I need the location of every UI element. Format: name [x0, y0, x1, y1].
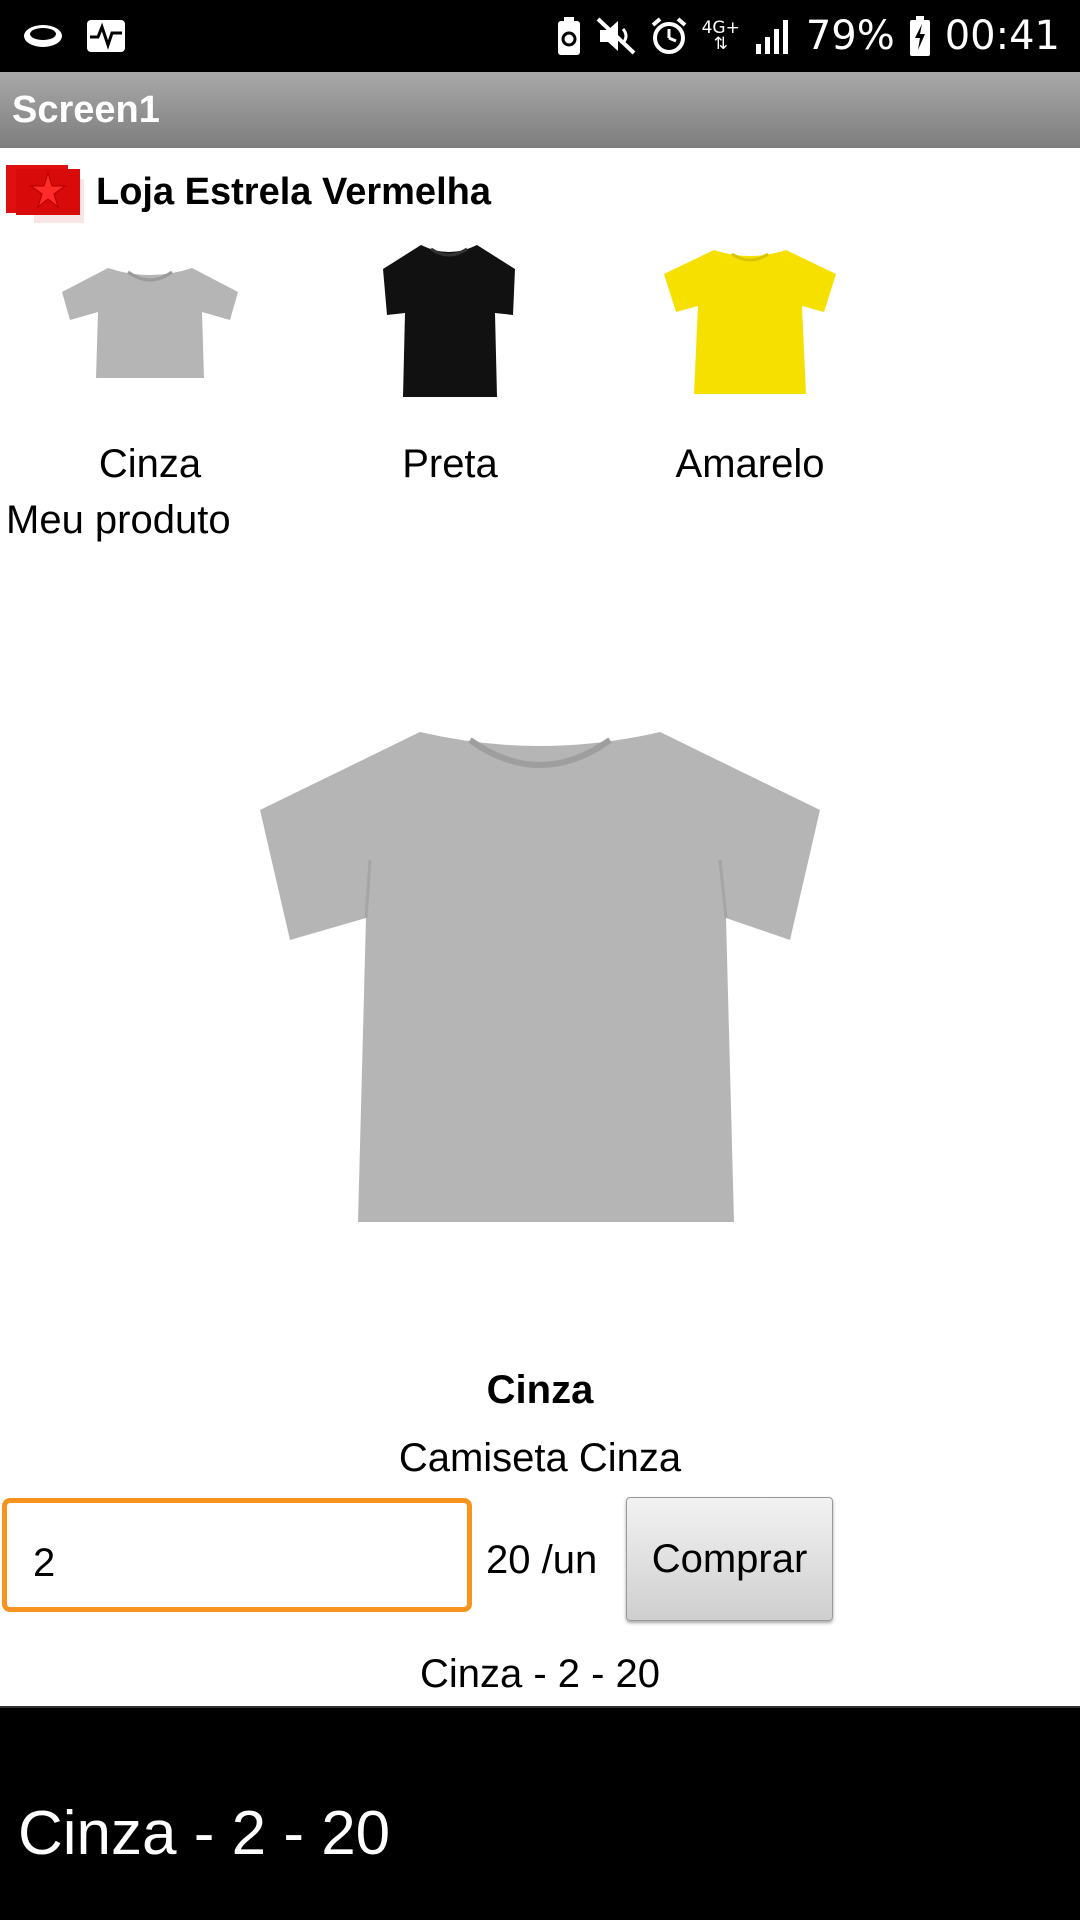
- black-tshirt-thumbnail[interactable]: [300, 230, 600, 414]
- store-name: Loja Estrela Vermelha: [96, 170, 491, 213]
- product-description: Camiseta Cinza: [398, 1436, 682, 1480]
- store-header: Loja Estrela Vermelha: [6, 156, 491, 228]
- store-logo: [6, 159, 84, 225]
- screen-title: Screen1: [12, 88, 160, 131]
- mute-icon: [596, 17, 636, 55]
- clock: 00:41: [944, 13, 1060, 59]
- section-label: Meu produto: [6, 498, 231, 542]
- toast-message: Cinza - 2 - 20: [18, 1799, 391, 1868]
- product-title: Cinza: [486, 1368, 594, 1412]
- toast-notification: Cinza - 2 - 20: [0, 1706, 1080, 1920]
- gray-tshirt-thumbnail[interactable]: [0, 230, 300, 414]
- product-option-amarelo[interactable]: Amarelo: [600, 230, 900, 487]
- battery-saver-icon: [556, 17, 582, 55]
- product-option-label: Preta: [402, 442, 498, 486]
- yellow-tshirt-thumbnail[interactable]: [600, 230, 900, 414]
- status-bar: 4G+ ⇅ 79% 00:41: [0, 0, 1080, 72]
- product-option-label: Cinza: [98, 442, 202, 486]
- alarm-icon: [650, 17, 688, 55]
- network-type: 4G+: [701, 18, 740, 38]
- buy-button[interactable]: Comprar: [626, 1497, 833, 1621]
- product-option-cinza[interactable]: Cinza: [0, 230, 300, 487]
- order-summary: Cinza - 2 - 20: [419, 1652, 661, 1696]
- cloud-icon: [22, 19, 64, 53]
- unit-price-label: 20 /un: [486, 1538, 598, 1582]
- product-option-label: Amarelo: [675, 442, 825, 486]
- activity-icon: [86, 19, 126, 53]
- selected-product-image: [240, 700, 840, 1240]
- network-icon: 4G+ ⇅: [701, 18, 740, 54]
- battery-percent: 79%: [805, 13, 895, 59]
- product-option-preta[interactable]: Preta: [300, 230, 600, 487]
- battery-icon: [909, 16, 931, 56]
- signal-icon: [754, 18, 792, 54]
- title-bar: Screen1: [0, 72, 1080, 148]
- quantity-input[interactable]: [2, 1498, 472, 1612]
